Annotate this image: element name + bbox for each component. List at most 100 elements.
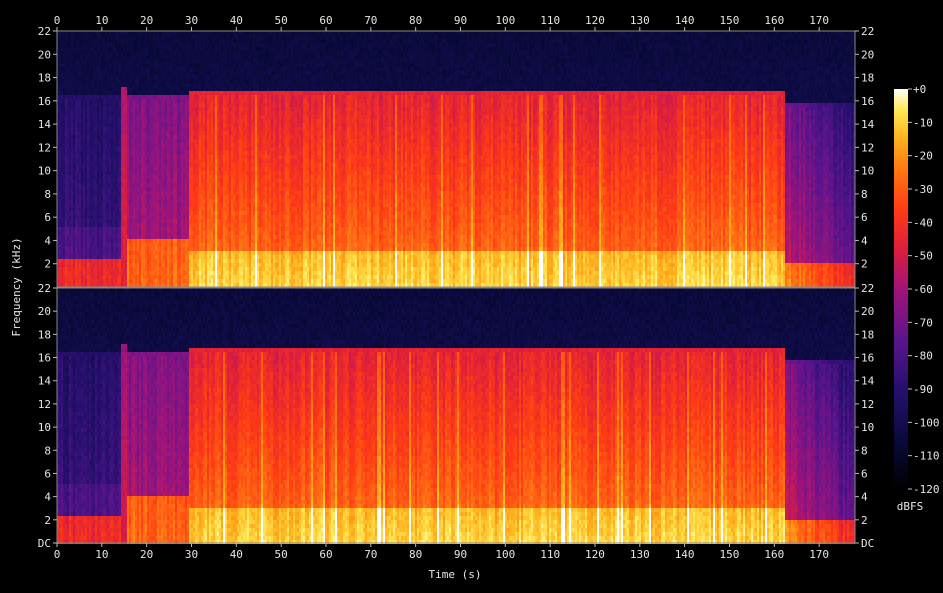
spectrogram-cell bbox=[87, 31, 89, 35]
spectrogram-cell bbox=[63, 231, 65, 235]
spectrogram-cell bbox=[67, 267, 69, 271]
spectrogram-cell bbox=[109, 103, 111, 107]
spectrogram-cell bbox=[83, 207, 85, 211]
spectrogram-cell bbox=[101, 71, 103, 75]
spectrogram-cell bbox=[63, 207, 65, 211]
spectrogram-cell bbox=[75, 211, 77, 215]
spectrogram-cell bbox=[59, 179, 61, 183]
spectrogram-cell bbox=[97, 203, 99, 207]
spectrogram-cell bbox=[63, 39, 65, 43]
spectrogram-cell bbox=[79, 227, 81, 231]
spectrogram-cell bbox=[101, 55, 103, 59]
spectrogram-cell bbox=[87, 279, 89, 283]
spectrogram-cell bbox=[107, 143, 109, 147]
spectrogram-cell bbox=[107, 183, 109, 187]
spectrogram-cell bbox=[109, 259, 111, 263]
spectrogram-cell bbox=[105, 143, 107, 147]
spectrogram-cell bbox=[61, 63, 63, 67]
spectrogram-cell bbox=[81, 31, 83, 35]
spectrogram-cell bbox=[103, 143, 105, 147]
spectrogram-cell bbox=[109, 151, 111, 155]
spectrogram-cell bbox=[61, 207, 63, 211]
spectrogram-cell bbox=[109, 279, 111, 283]
spectrogram-cell bbox=[75, 187, 77, 191]
spectrogram-cell bbox=[69, 183, 71, 187]
spectrogram-cell bbox=[85, 139, 87, 143]
spectrogram-cell bbox=[111, 95, 113, 99]
spectrogram-cell bbox=[63, 215, 65, 219]
spectrogram-cell bbox=[83, 279, 85, 283]
spectrogram-cell bbox=[85, 187, 87, 191]
spectrogram-cell bbox=[109, 115, 111, 119]
spectrogram-cell bbox=[75, 43, 77, 47]
spectrogram-cell bbox=[75, 87, 77, 91]
spectrogram-cell bbox=[81, 115, 83, 119]
spectrogram-cell bbox=[87, 63, 89, 67]
spectrogram-cell bbox=[91, 47, 93, 51]
spectrogram-cell bbox=[91, 279, 93, 283]
spectrogram-cell bbox=[67, 179, 69, 183]
spectrogram-cell bbox=[95, 243, 97, 247]
spectrogram-cell bbox=[99, 247, 101, 251]
spectrogram-cell bbox=[91, 199, 93, 203]
spectrogram-cell bbox=[111, 55, 113, 59]
spectrogram-cell bbox=[75, 207, 77, 211]
spectrogram-cell bbox=[61, 51, 63, 55]
spectrogram-cell bbox=[97, 135, 99, 139]
spectrogram-cell bbox=[83, 267, 85, 271]
spectrogram-cell bbox=[79, 167, 81, 171]
spectrogram-cell bbox=[59, 55, 61, 59]
spectrogram-cell bbox=[103, 231, 105, 235]
spectrogram-cell bbox=[105, 59, 107, 63]
spectrogram-cell bbox=[87, 211, 89, 215]
spectrogram-cell bbox=[103, 179, 105, 183]
spectrogram-cell bbox=[77, 107, 79, 111]
spectrogram-cell bbox=[63, 155, 65, 159]
spectrogram-cell bbox=[59, 171, 61, 175]
spectrogram-cell bbox=[85, 119, 87, 123]
spectrogram-cell bbox=[65, 91, 67, 95]
spectrogram-cell bbox=[91, 51, 93, 55]
spectrogram-cell bbox=[75, 143, 77, 147]
spectrogram-cell bbox=[107, 127, 109, 131]
spectrogram-cell bbox=[79, 87, 81, 91]
spectrogram-cell bbox=[65, 219, 67, 223]
spectrogram-cell bbox=[59, 43, 61, 47]
spectrogram-cell bbox=[99, 151, 101, 155]
spectrogram-cell bbox=[95, 259, 97, 263]
spectrogram-cell bbox=[69, 187, 71, 191]
spectrogram-cell bbox=[97, 111, 99, 115]
spectrogram-cell bbox=[85, 91, 87, 95]
spectrogram-cell bbox=[91, 39, 93, 43]
spectrogram-cell bbox=[107, 103, 109, 107]
spectrogram-cell bbox=[59, 139, 61, 143]
spectrogram-cell bbox=[97, 103, 99, 107]
spectrogram-cell bbox=[59, 223, 61, 227]
spectrogram-cell bbox=[85, 51, 87, 55]
spectrogram-cell bbox=[77, 207, 79, 211]
spectrogram-cell bbox=[59, 63, 61, 67]
spectrogram-cell bbox=[73, 87, 75, 91]
spectrogram-cell bbox=[91, 251, 93, 255]
spectrogram-cell bbox=[59, 67, 61, 71]
spectrogram-cell bbox=[111, 167, 113, 171]
spectrogram-cell bbox=[61, 107, 63, 111]
spectrogram-cell bbox=[111, 223, 113, 227]
spectrogram-cell bbox=[89, 147, 91, 151]
spectrogram-cell bbox=[93, 151, 95, 155]
spectrogram-cell bbox=[97, 131, 99, 135]
spectrogram-cell bbox=[79, 271, 81, 275]
spectrogram-cell bbox=[85, 115, 87, 119]
spectrogram-cell bbox=[73, 227, 75, 231]
spectrogram-cell bbox=[97, 283, 99, 287]
spectrogram-cell bbox=[87, 267, 89, 271]
spectrogram-cell bbox=[101, 199, 103, 203]
spectrogram-cell bbox=[109, 119, 111, 123]
spectrogram-cell bbox=[85, 199, 87, 203]
spectrogram-cell bbox=[85, 35, 87, 39]
spectrogram-cell bbox=[109, 139, 111, 143]
spectrogram-cell bbox=[59, 91, 61, 95]
spectrogram-cell bbox=[85, 131, 87, 135]
spectrogram-cell bbox=[95, 231, 97, 235]
spectrogram-cell bbox=[67, 251, 69, 255]
